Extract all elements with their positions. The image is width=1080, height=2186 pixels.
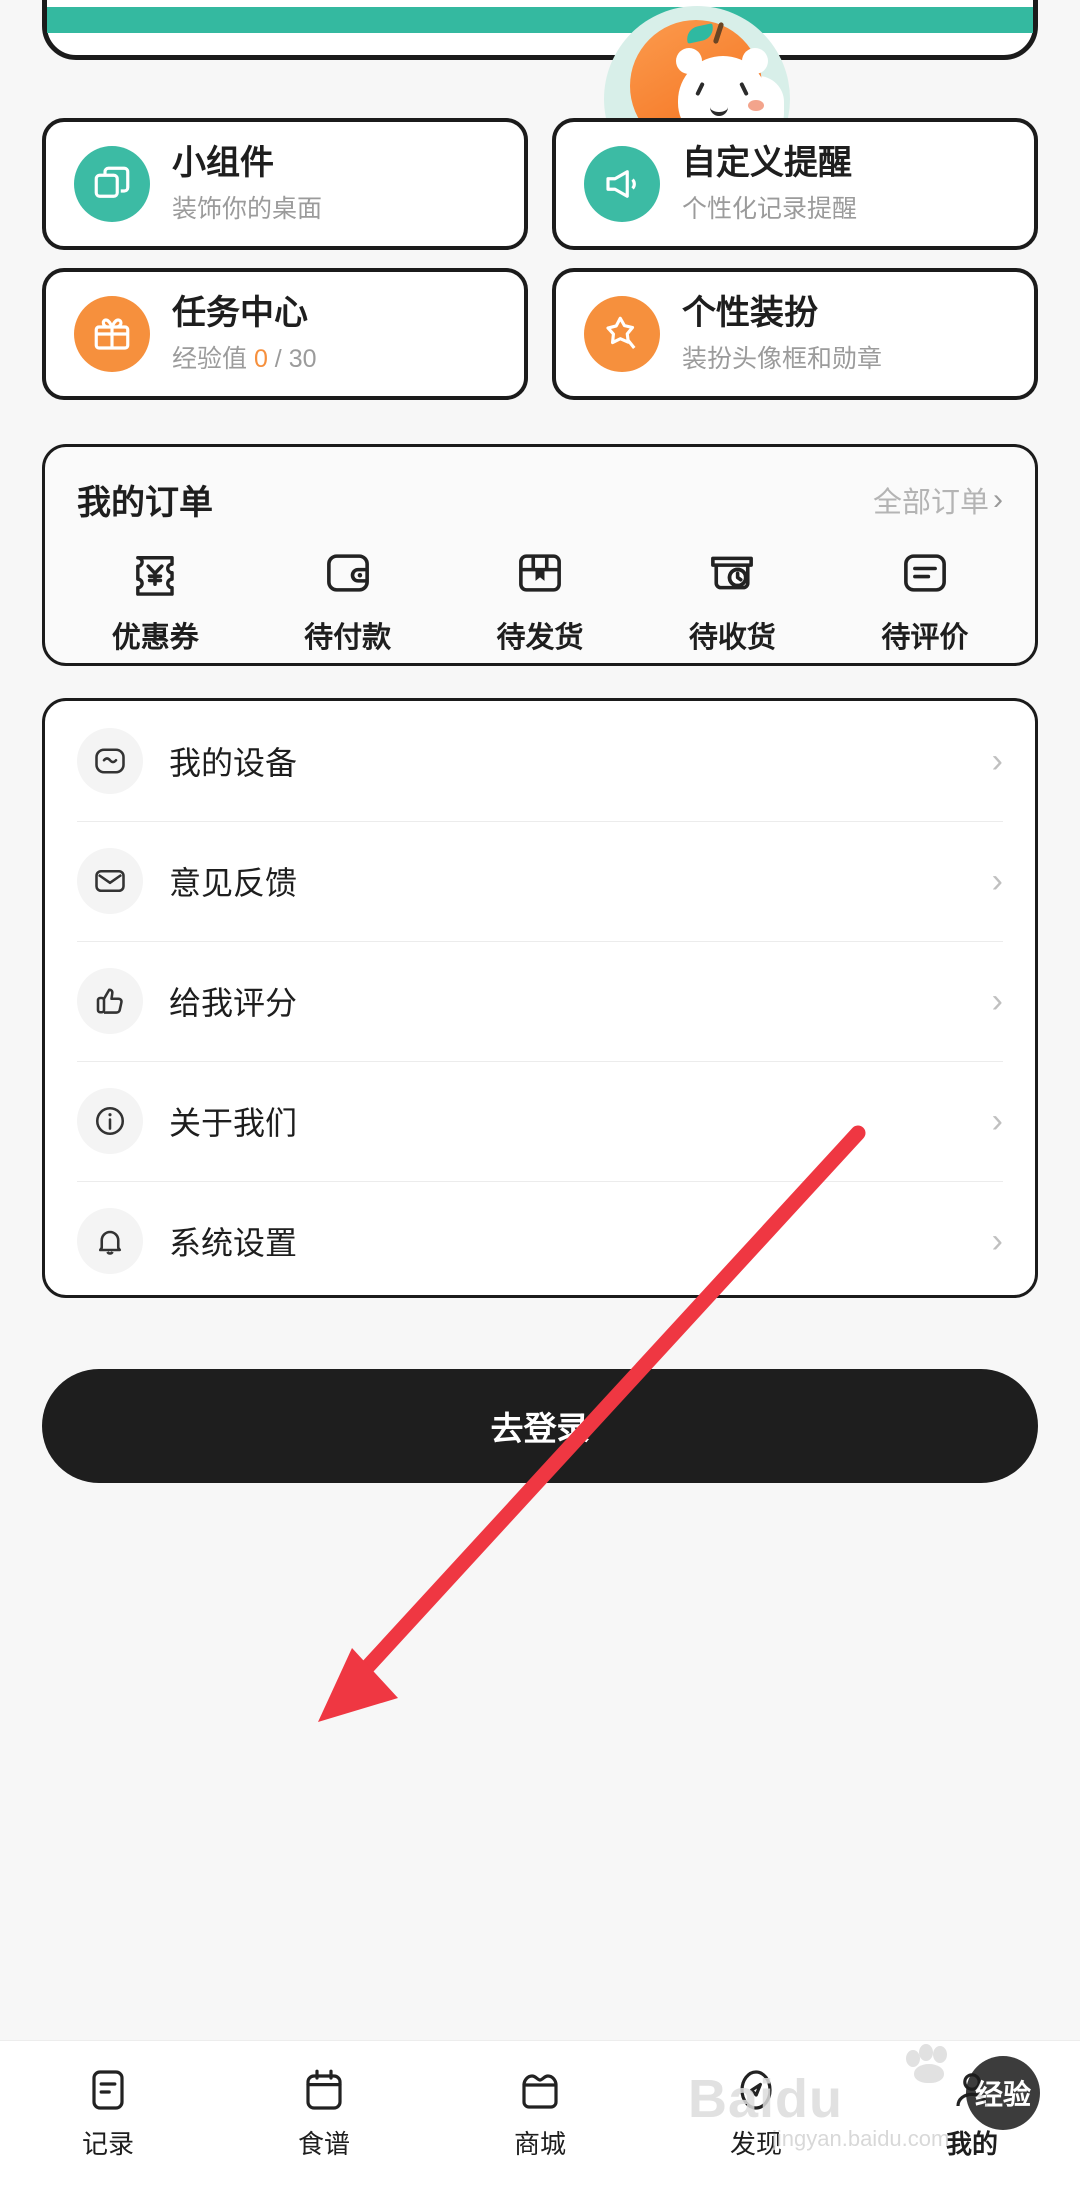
chevron-right-icon: › bbox=[991, 1221, 1003, 1260]
shop-icon bbox=[522, 2074, 558, 2109]
comment-lines-icon bbox=[903, 554, 946, 592]
bell-icon bbox=[77, 1208, 143, 1274]
envelope-icon bbox=[77, 848, 143, 914]
exp-current-value: 0 bbox=[253, 345, 268, 374]
order-item-coupon[interactable]: 优惠券 bbox=[59, 546, 251, 656]
gift-icon bbox=[74, 296, 150, 372]
feature-card-title: 个性装扮 bbox=[682, 293, 818, 332]
watermark-badge: 经验 bbox=[966, 2056, 1040, 2130]
chevron-right-icon: › bbox=[991, 1101, 1003, 1140]
feature-card-custom-reminder[interactable]: 自定义提醒 个性化记录提醒 bbox=[552, 118, 1038, 250]
mascot-stem bbox=[712, 21, 725, 45]
order-item-unreceived[interactable]: 待收货 bbox=[636, 546, 828, 656]
all-orders-label: 全部订单 bbox=[872, 486, 989, 519]
order-item-unshipped[interactable]: 待发货 bbox=[444, 546, 636, 656]
watermark-brand: Baidu bbox=[688, 2069, 844, 2129]
sparkle-star-icon bbox=[584, 296, 660, 372]
top-clipped-card[interactable] bbox=[42, 0, 1038, 60]
settings-row-label: 系统设置 bbox=[169, 1225, 298, 1261]
megaphone-icon bbox=[584, 146, 660, 222]
feature-card-title: 自定义提醒 bbox=[682, 143, 852, 182]
exp-prefix: 经验值 bbox=[172, 345, 254, 374]
tab-label: 记录 bbox=[81, 2129, 134, 2159]
feature-card-title: 小组件 bbox=[172, 143, 274, 182]
all-orders-link[interactable]: 全部订单 › bbox=[873, 479, 1003, 521]
delivery-clock-icon bbox=[711, 556, 754, 590]
order-item-label: 待付款 bbox=[304, 622, 392, 654]
tab-label: 商城 bbox=[513, 2129, 566, 2159]
wallet-icon bbox=[326, 554, 369, 592]
my-orders-header: 我的订单 全部订单 › bbox=[45, 447, 1035, 524]
feature-card-widget[interactable]: 小组件 装饰你的桌面 bbox=[42, 118, 528, 250]
feature-card-title: 任务中心 bbox=[172, 293, 308, 332]
order-item-unpaid[interactable]: 待付款 bbox=[251, 546, 443, 656]
feature-card-subtitle: 装饰你的桌面 bbox=[172, 195, 323, 224]
chevron-right-icon: › bbox=[991, 981, 1003, 1020]
tab-record[interactable]: 记录 bbox=[0, 2041, 216, 2186]
order-item-label: 优惠券 bbox=[111, 622, 199, 654]
my-orders-title: 我的订单 bbox=[77, 484, 213, 522]
paw-icon bbox=[906, 2044, 958, 2084]
order-status-row: 优惠券 待付款 待发货 待收货 待评价 bbox=[45, 546, 1035, 656]
feature-card-subtitle: 装扮头像框和勋章 bbox=[682, 345, 883, 374]
coupon-yen-icon bbox=[136, 556, 174, 596]
settings-row-system-settings[interactable]: 系统设置 › bbox=[45, 1181, 1035, 1295]
order-item-label: 待评价 bbox=[881, 622, 969, 654]
note-lines-icon bbox=[92, 2070, 124, 2110]
widget-icon bbox=[74, 146, 150, 222]
feature-card-personalization[interactable]: 个性装扮 装扮头像框和勋章 bbox=[552, 268, 1038, 400]
settings-row-label: 关于我们 bbox=[169, 1105, 298, 1141]
feature-card-grid: 小组件 装饰你的桌面 自定义提醒 个性化记录提醒 任务中心 经验值 0 / 30… bbox=[42, 118, 1038, 400]
settings-row-about-us[interactable]: 关于我们 › bbox=[45, 1061, 1035, 1181]
settings-row-label: 意见反馈 bbox=[169, 865, 298, 901]
feature-card-subtitle: 经验值 0 / 30 bbox=[172, 339, 317, 375]
settings-row-label: 给我评分 bbox=[169, 985, 298, 1021]
watermark-domain: jingyan.baidu.com bbox=[772, 2126, 950, 2151]
order-item-label: 待发货 bbox=[496, 622, 584, 654]
settings-row-my-device[interactable]: 我的设备 › bbox=[45, 701, 1035, 821]
chevron-right-icon: › bbox=[993, 482, 1003, 516]
order-item-unreviewed[interactable]: 待评价 bbox=[829, 546, 1021, 656]
baidu-watermark: Baidu jingyan.baidu.com 经验 bbox=[680, 2040, 1070, 2156]
profile-screen: 小橘 小组件 装饰你的桌面 自定义提醒 个性化记录提醒 bbox=[0, 0, 1080, 2186]
my-orders-card: 我的订单 全部订单 › 优惠券 待付款 待发货 待收货 待评价 bbox=[42, 444, 1038, 666]
mascot-cheek bbox=[748, 100, 764, 111]
settings-row-label: 我的设备 bbox=[169, 745, 298, 781]
settings-list-card: 我的设备 › 意见反馈 › 给我评分 › 关于我们 › 系统设置 › bbox=[42, 698, 1038, 1298]
feature-card-text: 个性装扮 装扮头像框和勋章 bbox=[682, 293, 882, 375]
feature-card-text: 自定义提醒 个性化记录提醒 bbox=[682, 143, 857, 225]
chevron-right-icon: › bbox=[991, 741, 1003, 780]
feature-card-task-center[interactable]: 任务中心 经验值 0 / 30 bbox=[42, 268, 528, 400]
go-to-login-button[interactable]: 去登录 bbox=[42, 1369, 1038, 1483]
chevron-right-icon: › bbox=[991, 861, 1003, 900]
tab-shop[interactable]: 商城 bbox=[432, 2041, 648, 2186]
feature-card-subtitle: 个性化记录提醒 bbox=[682, 195, 858, 224]
exp-separator: / bbox=[267, 345, 289, 374]
tab-label: 食谱 bbox=[297, 2129, 350, 2159]
tab-recipes[interactable]: 食谱 bbox=[216, 2041, 432, 2186]
settings-row-feedback[interactable]: 意见反馈 › bbox=[45, 821, 1035, 941]
info-circle-icon bbox=[77, 1088, 143, 1154]
scale-device-icon bbox=[77, 728, 143, 794]
top-card-teal-bar bbox=[47, 7, 1033, 33]
feature-card-text: 任务中心 经验值 0 / 30 bbox=[172, 293, 317, 375]
feature-card-text: 小组件 装饰你的桌面 bbox=[172, 143, 322, 225]
calendar-icon bbox=[306, 2069, 342, 2110]
order-item-label: 待收货 bbox=[688, 622, 776, 654]
mascot-leaf-icon bbox=[684, 23, 716, 44]
package-box-icon bbox=[519, 554, 561, 592]
exp-total-value: 30 bbox=[288, 345, 317, 374]
settings-row-rate-us[interactable]: 给我评分 › bbox=[45, 941, 1035, 1061]
thumbs-up-icon bbox=[77, 968, 143, 1034]
